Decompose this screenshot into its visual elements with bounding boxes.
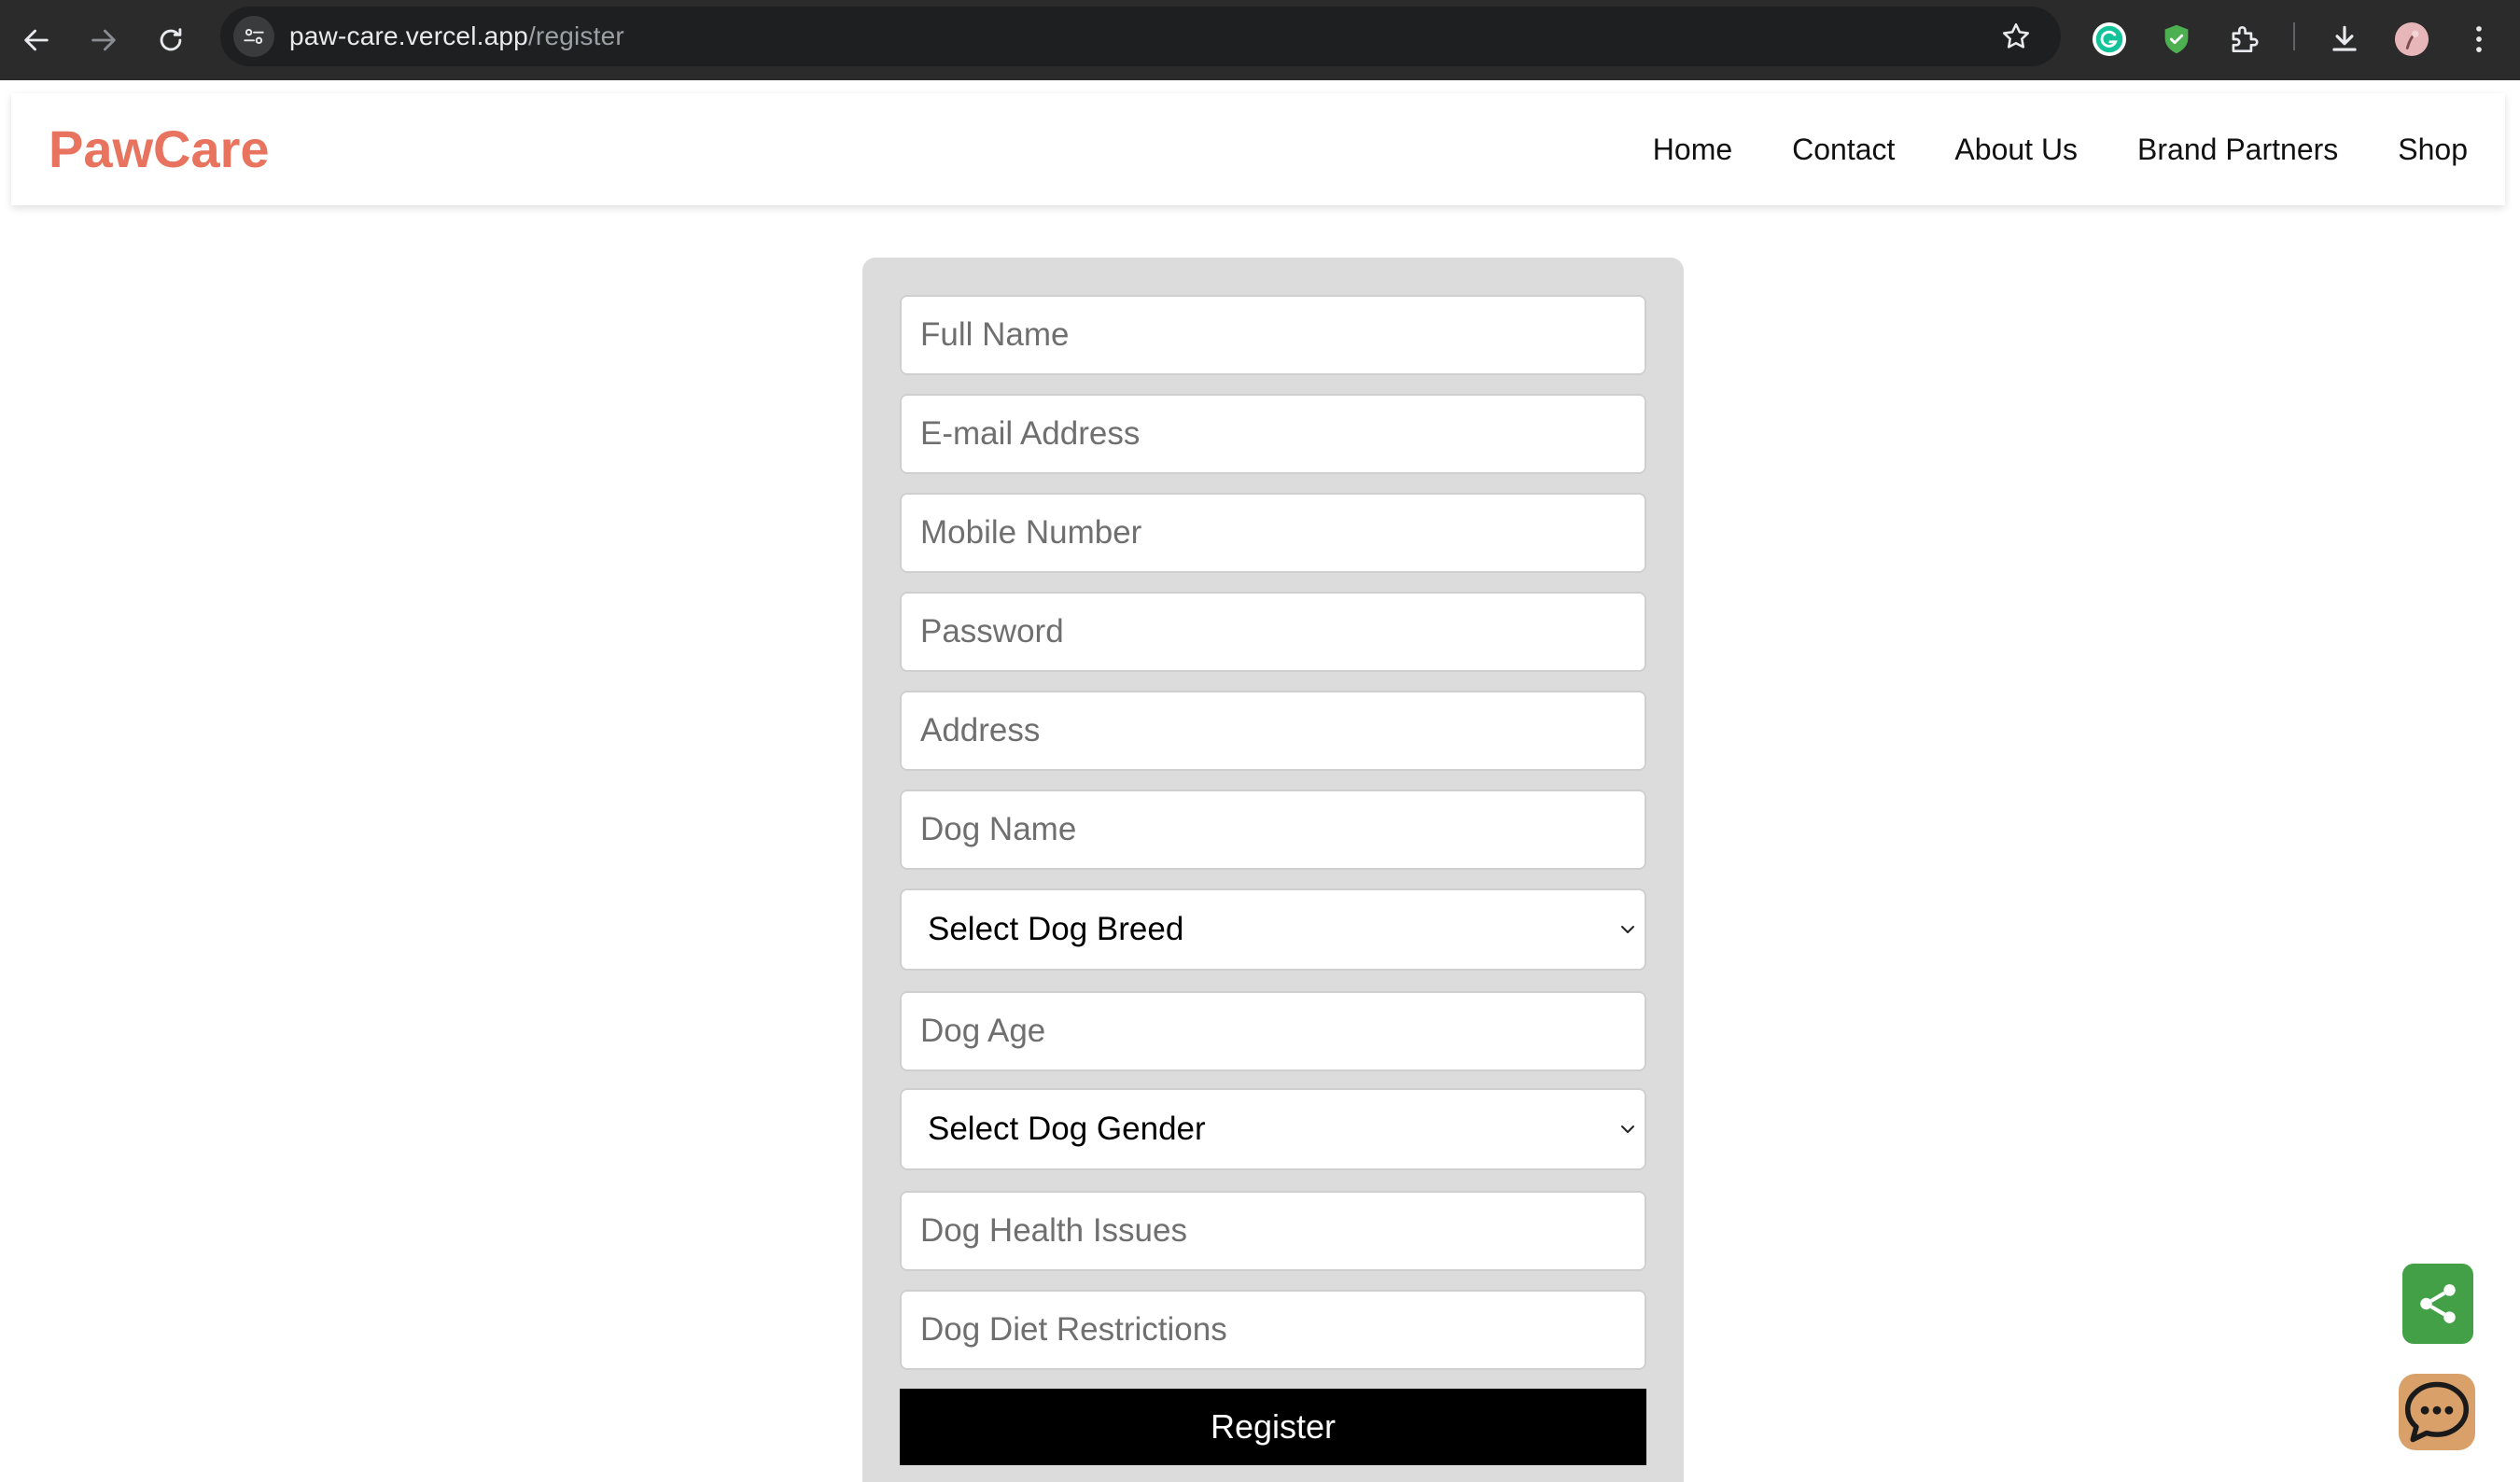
email-input[interactable] (900, 394, 1646, 474)
grammarly-icon (2092, 21, 2127, 57)
arrow-right-icon (91, 29, 116, 51)
nav-brand-partners[interactable]: Brand Partners (2137, 133, 2338, 167)
reload-icon (160, 28, 182, 51)
browser-toolbar: paw-care.vercel.app/register (0, 0, 2520, 80)
nav-shop[interactable]: Shop (2398, 133, 2468, 167)
nav-home[interactable]: Home (1653, 133, 1732, 167)
kebab-menu-icon (2476, 26, 2482, 52)
downloads-button[interactable] (2320, 15, 2369, 63)
site-header: PawCare Home Contact About Us Brand Part… (11, 93, 2505, 205)
chevron-down-icon (1621, 1125, 1634, 1133)
chevron-down-icon (1621, 926, 1634, 933)
back-button[interactable] (13, 17, 60, 63)
avatar-icon (2394, 21, 2429, 57)
dog-gender-select-value: Select Dog Gender (928, 1111, 1206, 1147)
nav-about-us[interactable]: About Us (1954, 133, 2078, 167)
nav-contact[interactable]: Contact (1792, 133, 1895, 167)
url-host: paw-care.vercel.app (289, 21, 528, 50)
shield-check-icon (2164, 24, 2189, 54)
dog-name-input[interactable] (900, 790, 1646, 870)
share-icon (2420, 1284, 2456, 1323)
arrow-left-icon (24, 29, 49, 51)
chat-button[interactable] (2399, 1374, 2475, 1450)
site-logo[interactable]: PawCare (49, 93, 270, 205)
dog-age-input[interactable] (900, 991, 1646, 1071)
bookmark-star-icon[interactable] (1999, 20, 2033, 53)
puzzle-icon (2232, 26, 2259, 53)
dog-breed-select-value: Select Dog Breed (928, 911, 1184, 947)
address-bar[interactable]: paw-care.vercel.app/register (220, 7, 2061, 66)
profile-button[interactable] (2387, 15, 2436, 63)
share-button[interactable] (2402, 1264, 2473, 1344)
full-name-input[interactable] (900, 295, 1646, 375)
tune-icon (244, 28, 264, 45)
reload-button[interactable] (147, 17, 194, 63)
dog-gender-select[interactable]: Select Dog Gender (900, 1088, 1646, 1170)
dog-breed-select[interactable]: Select Dog Breed (900, 888, 1646, 971)
address-input[interactable] (900, 691, 1646, 771)
shield-extension[interactable] (2152, 15, 2201, 63)
chat-bubble-icon (2404, 1381, 2470, 1443)
site-info-button[interactable] (233, 16, 274, 57)
url-text: paw-care.vercel.app/register (289, 7, 624, 66)
dog-diet-restrictions-input[interactable] (900, 1290, 1646, 1370)
main-nav: Home Contact About Us Brand Partners Sho… (1653, 93, 2468, 205)
browser-menu-button[interactable] (2455, 15, 2503, 63)
download-icon (2332, 25, 2357, 51)
register-button[interactable]: Register (900, 1389, 1646, 1465)
dog-health-issues-input[interactable] (900, 1191, 1646, 1271)
registration-form: Select Dog Breed Select Dog Gender Regis… (862, 258, 1684, 1482)
mobile-number-input[interactable] (900, 493, 1646, 573)
password-input[interactable] (900, 592, 1646, 672)
forward-button[interactable] (80, 17, 127, 63)
extensions-button[interactable] (2219, 15, 2268, 63)
url-path: /register (527, 21, 624, 50)
grammarly-extension[interactable] (2085, 15, 2134, 63)
toolbar-divider (2293, 22, 2295, 50)
